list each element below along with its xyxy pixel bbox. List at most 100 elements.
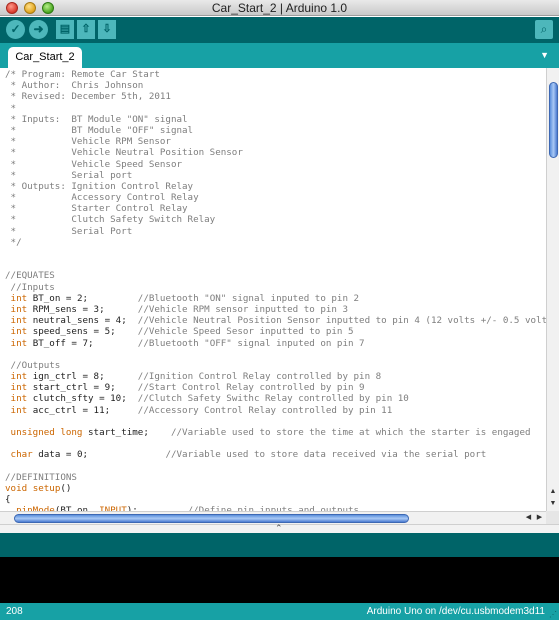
- code-comment: //Start Control Relay controlled by pin …: [137, 382, 365, 394]
- code-line[interactable]: int RPM_sens = 3; //Vehicle RPM sensor i…: [5, 304, 546, 315]
- code-comment: * Revised: December 5th, 2011: [5, 91, 171, 103]
- code-keyword: int: [10, 337, 28, 349]
- split-pane-divider[interactable]: ⌃: [0, 523, 559, 533]
- code-line[interactable]: * Vehicle RPM Sensor: [5, 136, 546, 147]
- code-line[interactable]: int ign_ctrl = 8; //Ignition Control Rel…: [5, 371, 546, 382]
- code-line[interactable]: void setup(): [5, 483, 546, 494]
- save-sketch-button[interactable]: ⇩: [98, 20, 116, 39]
- tab-menu-chevron-icon[interactable]: ▼: [540, 50, 549, 60]
- scrollbar-corner: [546, 511, 559, 524]
- code-line[interactable]: int neutral_sens = 4; //Vehicle Neutral …: [5, 315, 546, 326]
- tab-car-start-2[interactable]: Car_Start_2: [8, 47, 82, 68]
- tab-strip: Car_Start_2 ▼: [0, 43, 559, 68]
- vertical-scrollbar[interactable]: ▲ ▼: [546, 68, 559, 511]
- new-sketch-button[interactable]: ▤: [56, 20, 74, 39]
- code-line[interactable]: //Inputs: [5, 282, 546, 293]
- code-comment: //Clutch Safety Swithc Relay controlled …: [137, 393, 409, 405]
- horizontal-scrollbar[interactable]: ◀ ▶: [0, 511, 546, 524]
- window-title-bar: Car_Start_2 | Arduino 1.0: [0, 0, 559, 16]
- resize-grip-icon[interactable]: ⋰: [549, 610, 557, 619]
- code-line[interactable]: //EQUATES: [5, 270, 546, 281]
- code-token: ign_ctrl = 8;: [27, 371, 138, 383]
- code-token: start_time;: [82, 427, 171, 438]
- code-keyword: unsigned long: [10, 427, 83, 438]
- code-keyword: setup: [32, 482, 61, 494]
- code-line[interactable]: int acc_ctrl = 11; //Accessory Control R…: [5, 405, 546, 416]
- code-line[interactable]: */: [5, 237, 546, 248]
- code-comment: //DEFINITIONS: [5, 471, 77, 483]
- code-line[interactable]: * Clutch Safety Switch Relay: [5, 214, 546, 225]
- line-number: 208: [6, 606, 23, 617]
- code-line[interactable]: /* Program: Remote Car Start: [5, 69, 546, 80]
- horizontal-scroll-thumb[interactable]: [14, 514, 409, 523]
- code-comment: //Ignition Control Relay controlled by p…: [137, 371, 382, 383]
- code-token: BT_on = 2;: [27, 292, 138, 304]
- code-comment: * Inputs: BT Module "ON" signal: [5, 113, 188, 125]
- code-comment: //Vehicle RPM sensor inputted to pin 3: [137, 303, 348, 315]
- code-comment: //Inputs: [5, 281, 55, 293]
- code-keyword: int: [10, 382, 28, 394]
- code-token: acc_ctrl = 11;: [27, 404, 138, 416]
- code-comment: //EQUATES: [5, 270, 55, 282]
- code-line[interactable]: [5, 461, 546, 472]
- code-comment: /* Program: Remote Car Start: [5, 69, 160, 80]
- code-line[interactable]: * Accessory Control Relay: [5, 192, 546, 203]
- code-line[interactable]: [5, 248, 546, 259]
- code-line[interactable]: unsigned long start_time; //Variable use…: [5, 427, 546, 438]
- code-line[interactable]: [5, 416, 546, 427]
- code-line[interactable]: int clutch_sfty = 10; //Clutch Safety Sw…: [5, 393, 546, 404]
- code-comment: * Outputs: Ignition Control Relay: [5, 180, 194, 192]
- code-line[interactable]: * Inputs: BT Module "ON" signal: [5, 114, 546, 125]
- code-token: neutral_sens = 4;: [27, 315, 138, 327]
- code-line[interactable]: //Outputs: [5, 360, 546, 371]
- code-comment: //Bluetooth "OFF" signal inputed on pin …: [137, 337, 365, 349]
- code-line[interactable]: *: [5, 103, 546, 114]
- code-comment: //Variable used to store data received v…: [165, 449, 487, 461]
- status-bar: 208 Arduino Uno on /dev/cu.usbmodem3d11 …: [0, 603, 559, 620]
- code-line[interactable]: char data = 0; //Variable used to store …: [5, 449, 546, 460]
- verify-button[interactable]: ✓: [6, 20, 25, 39]
- code-line[interactable]: * Vehicle Speed Sensor: [5, 159, 546, 170]
- code-comment: * Vehicle RPM Sensor: [5, 136, 171, 148]
- serial-monitor-button[interactable]: ⌕: [535, 20, 553, 39]
- code-keyword: int: [10, 393, 28, 405]
- vertical-scroll-thumb[interactable]: [549, 82, 558, 158]
- code-editor[interactable]: /* Program: Remote Car Start * Author: C…: [0, 68, 546, 511]
- code-comment: * Serial port: [5, 169, 133, 181]
- scroll-right-arrow-icon[interactable]: ▶: [534, 512, 545, 524]
- code-line[interactable]: [5, 259, 546, 270]
- code-keyword: int: [10, 303, 28, 315]
- code-comment: //Bluetooth "ON" signal inputed to pin 2: [137, 292, 360, 304]
- code-comment: //Accessory Control Relay controlled by …: [137, 404, 393, 416]
- code-line[interactable]: * Serial port: [5, 170, 546, 181]
- code-text[interactable]: /* Program: Remote Car Start * Author: C…: [5, 69, 546, 511]
- code-keyword: int: [10, 326, 28, 338]
- scroll-down-arrow-icon[interactable]: ▼: [547, 498, 559, 509]
- window-title: Car_Start_2 | Arduino 1.0: [211, 1, 348, 15]
- code-token: clutch_sfty = 10;: [27, 393, 138, 405]
- code-line[interactable]: * BT Module "OFF" signal: [5, 125, 546, 136]
- code-line[interactable]: * Serial Port: [5, 226, 546, 237]
- code-comment: */: [5, 236, 22, 248]
- code-comment: //Vehicle Speed Sesor inputted to pin 5: [137, 326, 354, 338]
- code-line[interactable]: * Author: Chris Johnson: [5, 80, 546, 91]
- toolbar: ✓ ➜ ▤ ⇧ ⇩ ⌕: [0, 17, 559, 43]
- code-line[interactable]: [5, 349, 546, 360]
- upload-button[interactable]: ➜: [29, 20, 48, 39]
- scroll-left-arrow-icon[interactable]: ◀: [523, 512, 534, 524]
- code-line[interactable]: * Vehicle Neutral Position Sensor: [5, 147, 546, 158]
- code-line[interactable]: int start_ctrl = 9; //Start Control Rela…: [5, 382, 546, 393]
- code-line[interactable]: * Revised: December 5th, 2011: [5, 91, 546, 102]
- code-comment: * BT Module "OFF" signal: [5, 124, 194, 136]
- code-line[interactable]: * Outputs: Ignition Control Relay: [5, 181, 546, 192]
- code-line[interactable]: * Starter Control Relay: [5, 203, 546, 214]
- code-keyword: int: [10, 292, 28, 304]
- code-line[interactable]: {: [5, 494, 546, 505]
- open-sketch-button[interactable]: ⇧: [77, 20, 95, 39]
- code-line[interactable]: int BT_on = 2; //Bluetooth "ON" signal i…: [5, 293, 546, 304]
- code-line[interactable]: int speed_sens = 5; //Vehicle Speed Seso…: [5, 326, 546, 337]
- code-line[interactable]: //DEFINITIONS: [5, 472, 546, 483]
- code-line[interactable]: int BT_off = 7; //Bluetooth "OFF" signal…: [5, 338, 546, 349]
- scroll-up-arrow-icon[interactable]: ▲: [547, 486, 559, 497]
- code-line[interactable]: [5, 438, 546, 449]
